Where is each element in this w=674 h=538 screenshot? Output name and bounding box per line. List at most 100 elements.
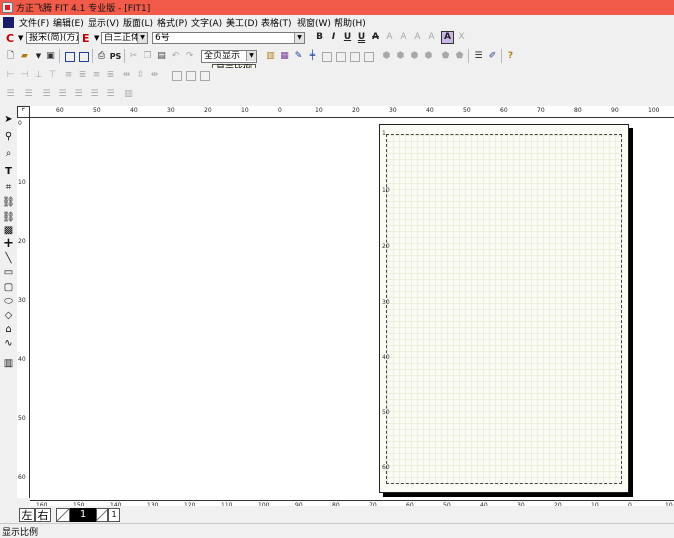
font-size-select[interactable]: 6号 ▼ [152,32,305,44]
postscript-icon[interactable]: PS [109,50,122,63]
space-icon[interactable]: ⇹ [148,69,161,82]
diamond-tool-icon[interactable]: ◇ [2,309,15,322]
size-icon[interactable] [184,69,197,82]
layout-icon[interactable]: ▥ [264,50,277,63]
align-icon[interactable] [320,50,333,63]
italic-button[interactable]: I [327,31,340,44]
send-back-icon[interactable]: ⬟ [453,50,466,63]
chevron-down-icon[interactable]: ▼ [94,34,99,42]
edit-icon[interactable]: ✐ [486,50,499,63]
menu-edit[interactable]: 编辑(E) [53,16,84,29]
menu-art[interactable]: 美工(D) [226,16,258,29]
align-icon[interactable] [362,50,375,63]
lock-icon[interactable]: ⬢ [408,50,421,63]
bring-front-icon[interactable]: ⬟ [439,50,452,63]
copy-icon[interactable]: ❐ [141,50,154,63]
chevron-down-icon[interactable]: ▼ [246,51,256,61]
print-icon[interactable]: ⎙ [95,50,108,63]
para-center-icon[interactable]: ☰ [40,88,53,101]
import-icon[interactable] [63,50,76,63]
zoom-select[interactable]: 全页显示 ▼ [201,50,257,63]
ungroup-icon[interactable]: ⬢ [394,50,407,63]
para-right-icon[interactable]: ☰ [56,88,69,101]
text-tool-icon[interactable]: T [2,165,15,178]
align-icon[interactable] [334,50,347,63]
menu-text[interactable]: 文字(A) [191,16,222,29]
space-icon[interactable]: ⇳ [134,69,147,82]
document-page[interactable]: 1 10 20 30 40 50 60 [379,124,629,493]
underline-button[interactable]: U [341,31,354,44]
document-icon[interactable] [3,17,14,28]
export-icon[interactable] [77,50,90,63]
para-indent-icon[interactable]: ☰ [22,88,35,101]
open-folder-icon[interactable]: ▰ [18,50,31,63]
unlink-chain-icon[interactable]: ⛓ [2,211,15,224]
cross-icon[interactable]: ╪ [306,50,319,63]
menu-help[interactable]: 帮助(H) [334,16,366,29]
polygon-tool-icon[interactable]: ⌂ [2,323,15,336]
chevron-down-icon[interactable]: ▼ [137,33,147,43]
subscript-button[interactable]: A [397,31,410,44]
right-page-button[interactable]: 右 [35,508,51,522]
chevron-down-icon[interactable]: ▼ [294,33,304,43]
shadow-text-button[interactable]: A [425,31,438,44]
properties-icon[interactable]: ☰ [472,50,485,63]
select-arrow-icon[interactable]: ➤ [2,113,15,126]
menu-format[interactable]: 格式(P) [157,16,187,29]
menu-layout[interactable]: 版面(L) [123,16,153,29]
align-center-icon[interactable]: ⊣ [18,69,31,82]
undo-icon[interactable]: ↶ [169,50,182,63]
top-ruler[interactable]: 60 50 40 30 20 10 0 10 20 30 40 50 60 70 80 90 100 [30,106,674,118]
double-underline-button[interactable]: U [355,31,368,44]
help-icon[interactable]: ? [504,50,517,63]
para-full-icon[interactable]: ☰ [104,88,117,101]
column-icon[interactable]: ▥ [122,88,135,101]
superscript-button[interactable]: A [383,31,396,44]
crop-tool-icon[interactable]: ⌗ [2,181,15,194]
align-top-icon[interactable]: ⊤ [46,69,59,82]
page-thumbnail[interactable] [96,508,108,522]
space-icon[interactable]: ⇹ [120,69,133,82]
align-icon[interactable] [348,50,361,63]
distribute-icon[interactable]: ≣ [76,69,89,82]
cut-icon[interactable]: ✂ [127,50,140,63]
english-font-select[interactable]: 白三正体 ▼ [101,32,148,44]
clear-format-button[interactable]: X [455,31,468,44]
menu-table[interactable]: 表格(T) [261,16,292,29]
para-left-icon[interactable]: ☰ [4,88,17,101]
current-page-tab[interactable]: 1 [70,508,96,522]
zoom-icon[interactable]: ⌕ [2,147,15,160]
chinese-font-select[interactable]: 报宋(简)(方正) [26,32,79,44]
menu-window[interactable]: 视窗(W) [297,16,331,29]
group-icon[interactable]: ⬢ [380,50,393,63]
chevron-down-icon[interactable]: ▼ [18,34,23,42]
pen-icon[interactable]: ✎ [292,50,305,63]
size-icon[interactable] [170,69,183,82]
strikethrough-button[interactable]: A [369,31,382,44]
rounded-rectangle-icon[interactable]: ▢ [2,281,15,294]
crosshair-icon[interactable]: + [2,237,15,250]
outline-text-button[interactable]: A [411,31,424,44]
new-file-icon[interactable]: 🗋 [4,50,17,63]
distribute-icon[interactable]: ≡ [62,69,75,82]
para-distribute-icon[interactable]: ☰ [88,88,101,101]
align-right-icon[interactable]: ⊥ [32,69,45,82]
rectangle-tool-icon[interactable]: ▭ [2,266,15,279]
table-tool-icon[interactable]: ▥ [2,357,15,370]
distribute-icon[interactable]: ≡ [90,69,103,82]
para-justify-icon[interactable]: ☰ [72,88,85,101]
menu-view[interactable]: 显示(V) [88,16,119,29]
ruler-origin-icon[interactable]: ⌜ [17,106,30,118]
next-page-tab[interactable]: 1 [108,508,120,522]
left-page-button[interactable]: 左 [19,508,35,522]
line-tool-icon[interactable]: ╲ [2,252,15,265]
paste-icon[interactable]: ▤ [155,50,168,63]
master-page-icon[interactable] [56,508,70,522]
ellipse-tool-icon[interactable]: ⬭ [2,295,15,308]
distribute-icon[interactable]: ≣ [104,69,117,82]
redo-icon[interactable]: ↷ [183,50,196,63]
link-tool-icon[interactable]: ⚲ [2,130,15,143]
left-ruler[interactable]: 0 10 20 30 40 50 60 [17,118,30,498]
align-left-icon[interactable]: ⊢ [4,69,17,82]
bold-button[interactable]: B [313,31,326,44]
